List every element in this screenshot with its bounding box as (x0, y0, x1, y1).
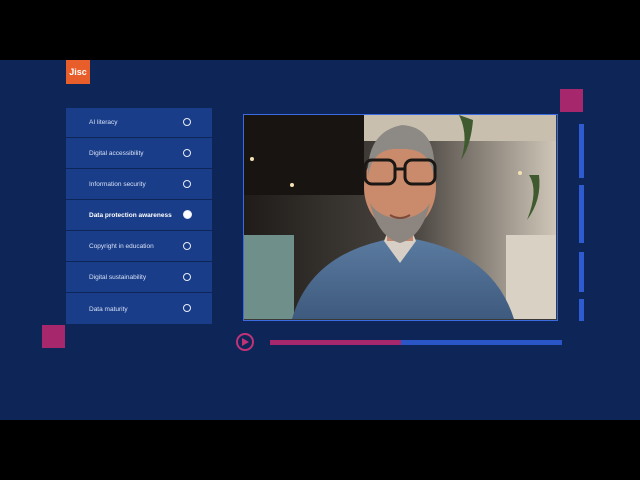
menu-item-label: Copyright in education (89, 243, 154, 250)
radio-icon[interactable] (183, 304, 191, 312)
menu-item-copyright-in-education[interactable]: Copyright in education (66, 232, 212, 262)
menu-item-ai-literacy[interactable]: AI literacy (66, 108, 212, 138)
letterbox-bottom (0, 420, 640, 480)
radio-selected-icon[interactable] (183, 210, 192, 219)
play-button[interactable] (236, 333, 254, 351)
play-icon (242, 338, 249, 346)
menu-item-label: Data protection awareness (89, 212, 172, 219)
menu-item-label: AI literacy (89, 119, 118, 126)
menu-item-data-protection-awareness[interactable]: Data protection awareness (66, 201, 212, 231)
menu-item-label: Digital sustainability (89, 274, 147, 281)
video-frame[interactable] (243, 114, 558, 321)
decorative-bar-right-2 (579, 185, 584, 243)
radio-icon[interactable] (183, 242, 191, 250)
menu-item-label: Digital accessibility (89, 150, 144, 157)
video-progress-fill (270, 340, 402, 345)
decorative-square-top-right (560, 89, 583, 112)
menu-item-digital-accessibility[interactable]: Digital accessibility (66, 139, 212, 169)
menu-item-digital-sustainability[interactable]: Digital sustainability (66, 263, 212, 293)
topic-menu: AI literacy Digital accessibility Inform… (66, 108, 212, 324)
decorative-bar-right-1 (579, 124, 584, 178)
menu-item-information-security[interactable]: Information security (66, 170, 212, 200)
decorative-square-bottom-left (42, 325, 65, 348)
menu-item-data-maturity[interactable]: Data maturity (66, 294, 212, 324)
radio-icon[interactable] (183, 273, 191, 281)
menu-item-label: Information security (89, 181, 146, 188)
letterbox-top (0, 0, 640, 60)
radio-icon[interactable] (183, 118, 191, 126)
presenter-video-image (244, 115, 556, 319)
decorative-bar-right-4 (579, 299, 584, 321)
video-progress-bar[interactable] (270, 340, 562, 345)
decorative-bar-right-3 (579, 252, 584, 292)
jisc-logo: Jisc (66, 60, 90, 84)
menu-item-label: Data maturity (89, 305, 128, 313)
radio-icon[interactable] (183, 149, 191, 157)
radio-icon[interactable] (183, 180, 191, 188)
presentation-stage: Jisc AI literacy Digital accessibility I… (0, 60, 640, 420)
